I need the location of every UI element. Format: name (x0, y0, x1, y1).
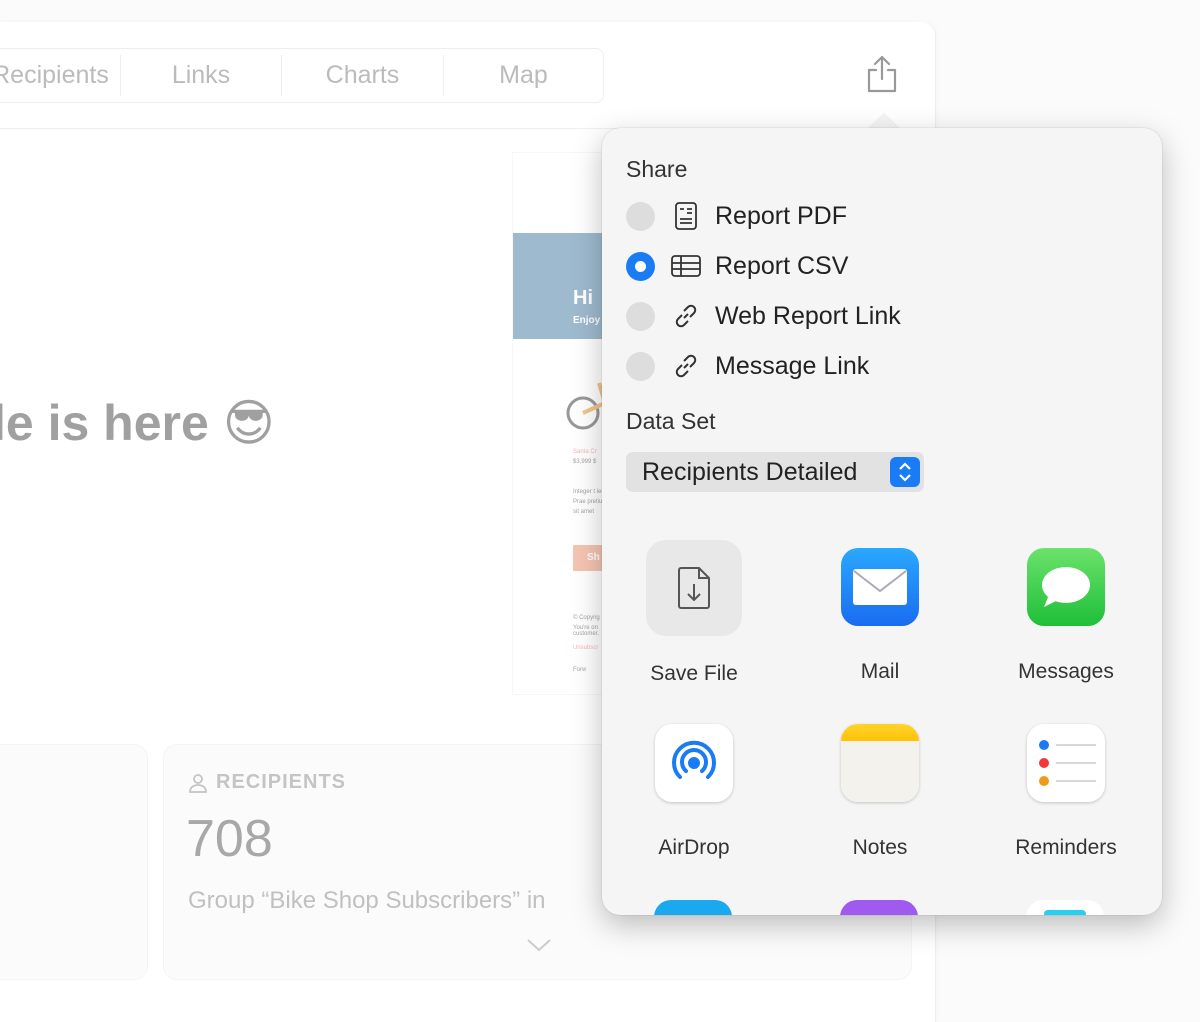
recipients-description: Group “Bike Shop Subscribers” in (188, 887, 546, 914)
app-notes[interactable]: Notes (800, 724, 960, 860)
app-icon-partial[interactable] (1026, 900, 1104, 915)
chevron-down-icon[interactable] (526, 937, 552, 953)
radio[interactable] (626, 201, 655, 231)
app-mail[interactable]: Mail (800, 548, 960, 684)
app-icon-partial[interactable] (654, 900, 732, 915)
option-web-report-link[interactable]: Web Report Link (626, 298, 901, 334)
product-price: $3,999 $ (573, 459, 597, 465)
recipients-count: 708 (186, 810, 273, 868)
person-icon (189, 773, 207, 793)
radio[interactable] (626, 301, 655, 331)
option-message-link[interactable]: Message Link (626, 348, 869, 384)
app-label: Save File (650, 662, 738, 685)
segmented-tabs: Recipients Links Charts Map (0, 48, 604, 103)
app-messages[interactable]: Messages (986, 548, 1146, 684)
share-icon (867, 55, 897, 93)
option-label: Web Report Link (715, 301, 901, 330)
app-reminders[interactable]: Reminders (986, 724, 1146, 860)
app-save-file[interactable]: Save File (614, 540, 774, 686)
link-icon (675, 354, 697, 378)
document-icon (675, 202, 697, 230)
email-header: Hi Enjoy (513, 233, 611, 339)
option-label: Report PDF (715, 201, 847, 230)
airdrop-icon (672, 740, 716, 779)
unsubscribe-link: Unsubscr (573, 645, 599, 651)
option-label: Message Link (715, 351, 870, 380)
dataset-title: Data Set (626, 408, 716, 434)
option-report-pdf[interactable]: Report PDF (626, 198, 847, 234)
table-icon (671, 255, 701, 277)
app-icon-partial[interactable] (840, 900, 918, 915)
app-label: Reminders (1015, 836, 1117, 859)
notes-icon (841, 724, 919, 802)
app-label: Messages (1018, 660, 1114, 683)
app-label: Mail (860, 660, 900, 683)
stat-card (0, 744, 148, 980)
tab-recipients[interactable]: Recipients (0, 55, 121, 96)
app-label: AirDrop (658, 836, 730, 859)
share-popover: Share Report PDF Report CSV Web Report L… (602, 128, 1162, 915)
app-label: Notes (852, 836, 908, 859)
product-name: Santa Cr (573, 449, 597, 455)
save-file-icon (678, 567, 710, 609)
forward-link: Forw (573, 667, 587, 673)
copyright: © Copyrig (573, 615, 600, 621)
radio-selected[interactable] (626, 251, 655, 281)
reminders-icon (1039, 740, 1096, 786)
headline: le is here 😎 (0, 395, 275, 451)
email-greeting: Hi (573, 287, 593, 309)
dataset-value: Recipients Detailed (642, 457, 858, 486)
dataset-select[interactable]: Recipients Detailed (626, 452, 924, 492)
option-label: Report CSV (715, 251, 849, 280)
link-icon (675, 304, 697, 328)
card-label: RECIPIENTS (216, 771, 347, 793)
share-button[interactable] (864, 54, 900, 94)
app-airdrop[interactable]: AirDrop (614, 724, 774, 860)
popover-arrow (868, 114, 900, 129)
tab-charts[interactable]: Charts (282, 55, 444, 96)
mail-icon (853, 569, 907, 605)
email-subtitle: Enjoy (573, 315, 601, 326)
messages-icon (1042, 567, 1090, 607)
share-title: Share (626, 156, 688, 182)
email-preview: Hi Enjoy Santa Cr $3,999 $ Integer t leo… (512, 152, 612, 695)
option-report-csv[interactable]: Report CSV (626, 248, 848, 284)
radio[interactable] (626, 351, 655, 381)
updown-chevron-icon (890, 457, 920, 487)
tab-map[interactable]: Map (444, 55, 603, 96)
tab-links[interactable]: Links (121, 55, 282, 96)
